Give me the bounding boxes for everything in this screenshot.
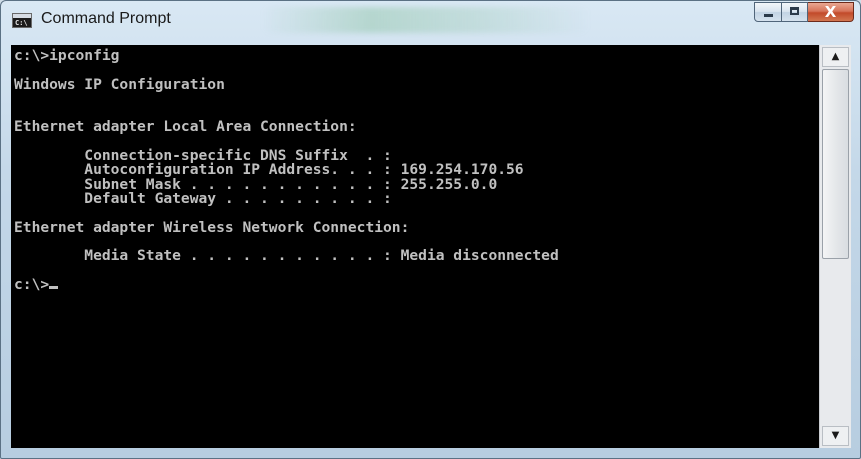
console-output[interactable]: c:\>ipconfig Windows IP Configuration Et… [11,45,819,448]
text-cursor [49,285,59,289]
vertical-scrollbar[interactable]: ▲ ▼ [819,45,851,448]
title-bar[interactable]: C:\ Command Prompt X [1,1,860,45]
caption-buttons: X [754,2,854,24]
console-line: Ethernet adapter Local Area Connection: [14,118,357,136]
console-line: c:\>ipconfig [14,47,120,64]
scrollbar-thumb[interactable] [822,69,849,259]
console-icon[interactable]: C:\ [12,13,32,28]
prompt-line[interactable]: c:\> [14,276,49,293]
console-line: Windows IP Configuration [14,75,225,93]
console-line: Default Gateway . . . . . . . . . : [14,189,392,207]
console-line: Ethernet adapter Wireless Network Connec… [14,218,410,236]
scroll-up-button[interactable]: ▲ [822,47,849,67]
close-icon: X [824,3,837,21]
console-icon-glyph: C:\ [15,19,28,27]
minimize-button[interactable] [754,2,782,22]
maximize-icon [790,7,799,15]
window-title: Command Prompt [41,10,171,27]
console-line: Media State . . . . . . . . . . . : Medi… [14,247,559,265]
command-prompt-window[interactable]: C:\ Command Prompt X c:\>ipconfig Window… [0,0,861,459]
scroll-down-button[interactable]: ▼ [822,426,849,446]
minimize-icon [764,14,773,17]
close-button[interactable]: X [808,2,854,22]
maximize-button[interactable] [782,2,808,22]
console-text: c:\>ipconfig Windows IP Configuration Et… [11,45,819,292]
title-bar-glass-reflection [261,7,591,33]
